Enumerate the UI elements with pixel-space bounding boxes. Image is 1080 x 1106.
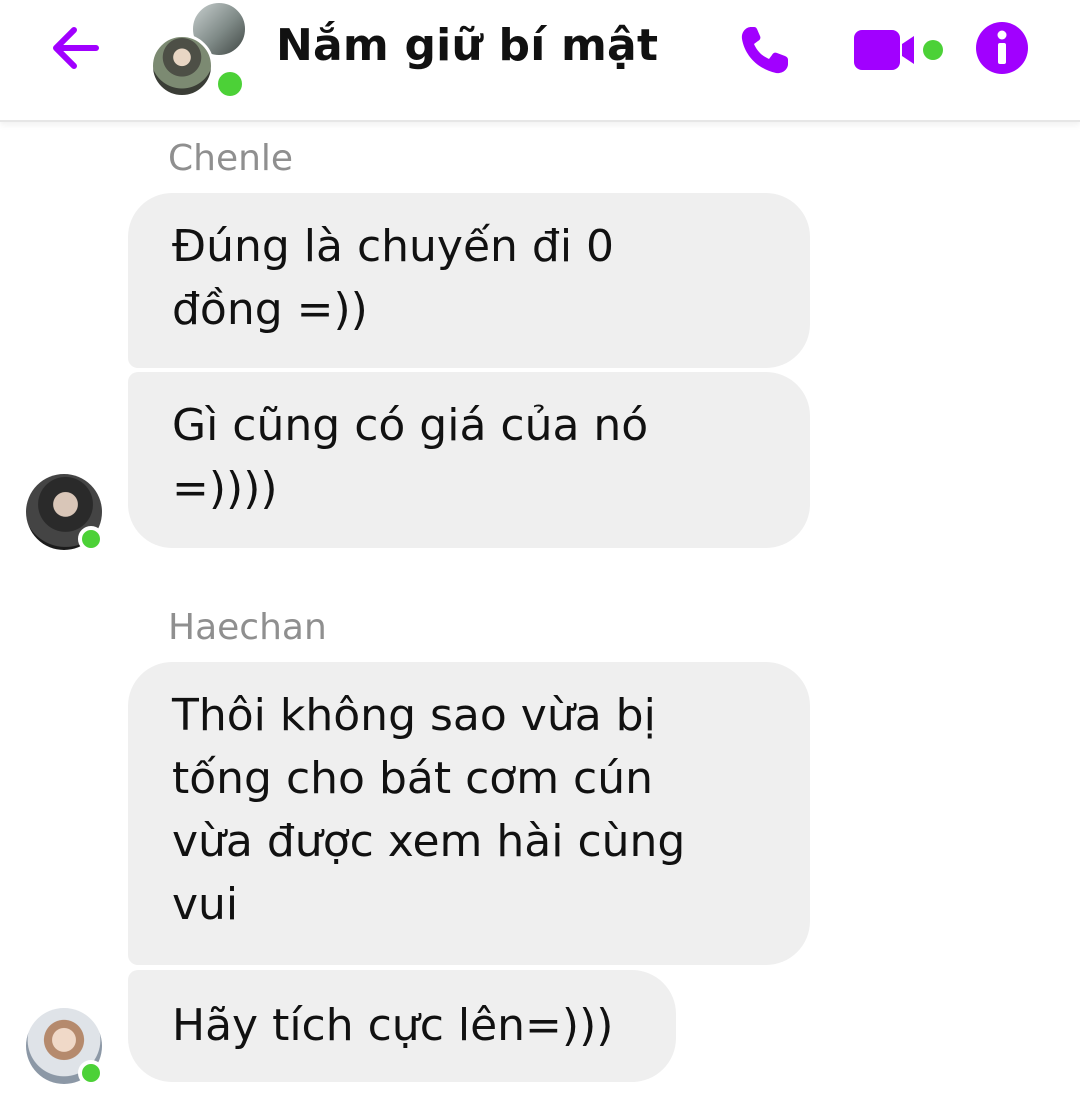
video-camera-icon xyxy=(854,30,943,70)
online-status-dot xyxy=(78,526,104,552)
message-bubble[interactable]: Gì cũng có giá của nó =)))) xyxy=(128,372,810,548)
back-button[interactable] xyxy=(44,22,108,74)
group-member-avatar xyxy=(150,34,214,98)
group-avatar[interactable] xyxy=(150,0,250,104)
sender-name: Chenle xyxy=(168,138,294,179)
message-bubble[interactable]: Thôi không sao vừa bị tống cho bát cơm c… xyxy=(128,662,810,965)
message-bubble[interactable]: Hãy tích cực lên=))) xyxy=(128,970,676,1082)
message-bubble[interactable]: Đúng là chuyến đi 0 đồng =)) xyxy=(128,193,810,368)
chat-header: Nắm giữ bí mật xyxy=(0,0,1080,122)
conversation-title[interactable]: Nắm giữ bí mật xyxy=(276,20,658,71)
video-call-button[interactable] xyxy=(852,24,946,76)
back-arrow-icon xyxy=(53,27,99,69)
info-button[interactable] xyxy=(974,20,1030,76)
sender-name: Haechan xyxy=(168,607,327,648)
online-status-dot xyxy=(214,68,246,100)
phone-icon xyxy=(741,27,788,74)
online-status-dot xyxy=(78,1060,104,1086)
voice-call-button[interactable] xyxy=(736,22,796,78)
info-icon xyxy=(976,22,1028,74)
